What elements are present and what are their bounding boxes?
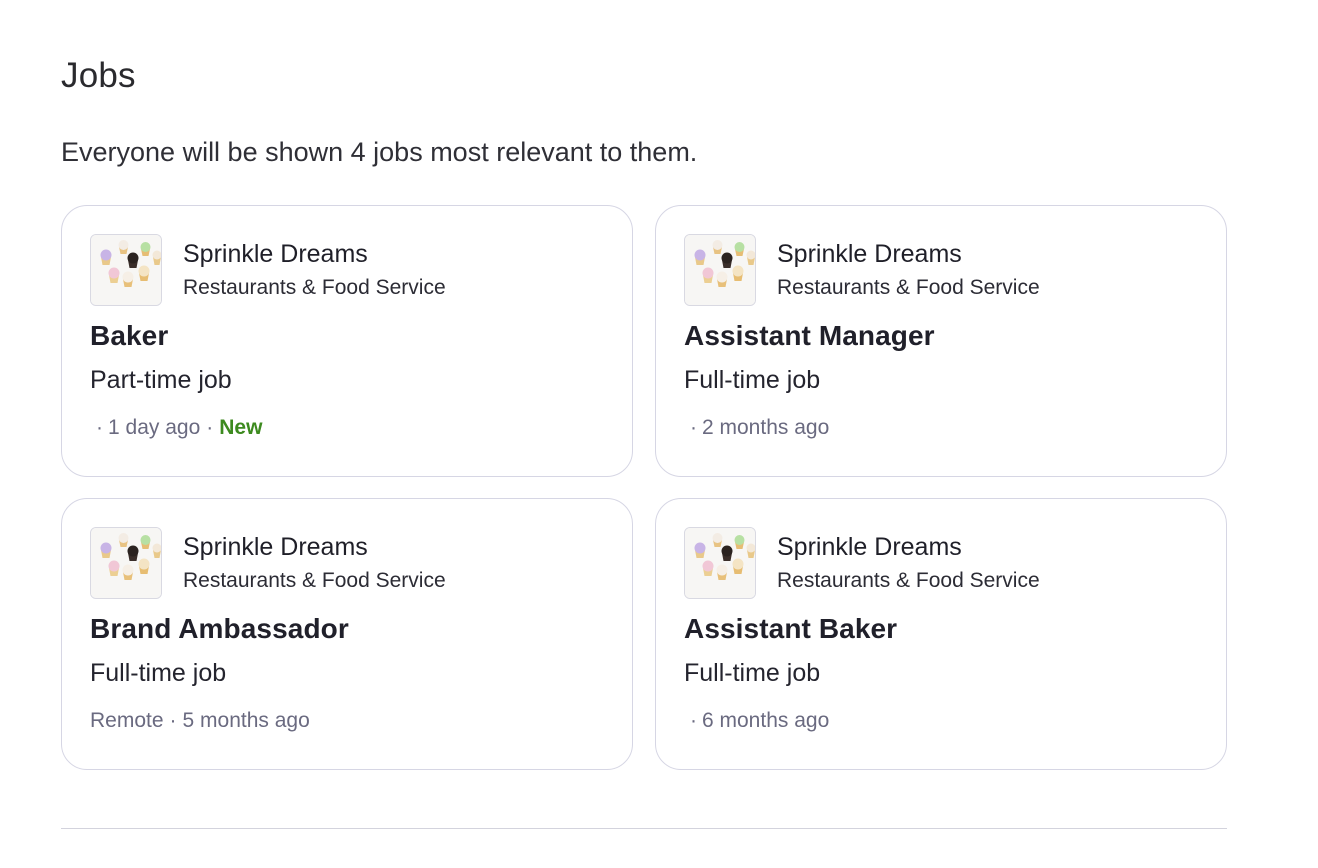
job-type: Full-time job (90, 659, 227, 687)
job-card[interactable]: Sprinkle Dreams Restaurants & Food Servi… (655, 498, 1227, 770)
company-industry: Restaurants & Food Service (183, 569, 446, 592)
job-card[interactable]: Sprinkle Dreams Restaurants & Food Servi… (655, 205, 1227, 477)
meta-separator: · (96, 416, 103, 439)
company-name: Sprinkle Dreams (183, 533, 368, 561)
job-meta: · 6 months ago (684, 709, 829, 733)
company-name: Sprinkle Dreams (777, 533, 962, 561)
meta-separator: · (690, 416, 697, 439)
section-subtitle: Everyone will be shown 4 jobs most relev… (61, 137, 698, 167)
company-industry: Restaurants & Food Service (777, 276, 1040, 299)
job-grid: Sprinkle Dreams Restaurants & Food Servi… (61, 205, 1227, 770)
meta-separator: · (169, 709, 177, 732)
section-divider (61, 828, 1227, 829)
new-badge: New (219, 416, 263, 439)
posted-time: 5 months ago (182, 709, 310, 732)
company-logo-cupcakes-icon (684, 527, 756, 599)
company-name: Sprinkle Dreams (183, 240, 368, 268)
job-type: Full-time job (684, 366, 821, 394)
job-card[interactable]: Sprinkle Dreams Restaurants & Food Servi… (61, 205, 633, 477)
company-logo-cupcakes-icon (90, 234, 162, 306)
meta-separator: · (206, 416, 214, 439)
posted-time: 1 day ago (108, 416, 201, 439)
company-industry: Restaurants & Food Service (777, 569, 1040, 592)
job-meta: Remote · 5 months ago (90, 709, 310, 733)
job-title[interactable]: Brand Ambassador (90, 613, 349, 645)
section-title: Jobs (61, 56, 136, 95)
job-card[interactable]: Sprinkle Dreams Restaurants & Food Servi… (61, 498, 633, 770)
job-location: Remote (90, 709, 164, 732)
company-logo-cupcakes-icon (684, 234, 756, 306)
job-meta: · 1 day ago · New (90, 416, 262, 440)
company-name: Sprinkle Dreams (777, 240, 962, 268)
job-type: Part-time job (90, 366, 232, 394)
job-title[interactable]: Assistant Manager (684, 320, 935, 352)
posted-time: 2 months ago (702, 416, 830, 439)
company-industry: Restaurants & Food Service (183, 276, 446, 299)
job-type: Full-time job (684, 659, 821, 687)
meta-separator: · (690, 709, 697, 732)
posted-time: 6 months ago (702, 709, 830, 732)
company-logo-cupcakes-icon (90, 527, 162, 599)
job-meta: · 2 months ago (684, 416, 829, 440)
job-title[interactable]: Assistant Baker (684, 613, 897, 645)
job-title[interactable]: Baker (90, 320, 168, 352)
